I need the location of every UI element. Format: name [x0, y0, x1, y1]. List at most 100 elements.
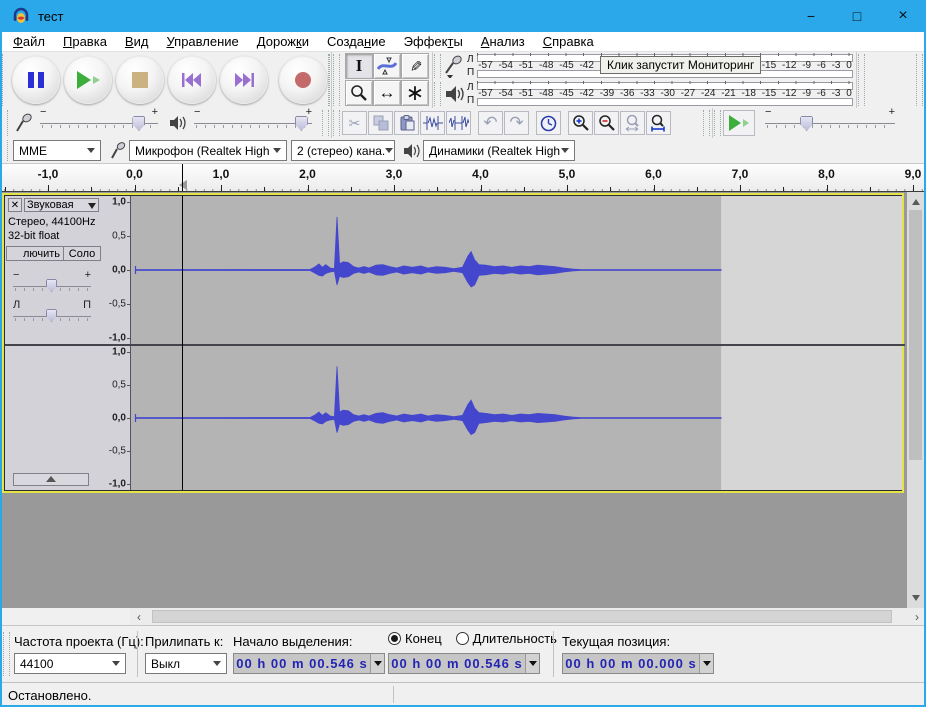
scroll-up-button[interactable] — [907, 192, 924, 208]
toolbar-grip[interactable] — [858, 54, 865, 106]
vertical-ruler-right[interactable]: 1,0 0,5 0,0 -0,5 -1,0 — [102, 346, 131, 490]
speed-thumb[interactable] — [800, 116, 814, 131]
undo-button[interactable]: ↶ — [478, 111, 503, 135]
toolbar-grip[interactable] — [916, 54, 923, 106]
minimize-button[interactable]: − — [788, 0, 834, 32]
radio-length[interactable]: Длительность — [455, 631, 557, 646]
toolbar-grip[interactable] — [333, 110, 340, 136]
toolbar-grip[interactable] — [3, 632, 10, 676]
menu-item-2[interactable]: Вид — [116, 33, 158, 50]
trim-icon — [422, 116, 443, 130]
vertical-scrollbar[interactable] — [907, 192, 924, 608]
horizontal-scrollbar-row: ‹ › — [0, 608, 926, 625]
waveform-channel-right[interactable] — [131, 346, 902, 490]
menu-item-5[interactable]: Создание — [318, 33, 395, 50]
recording-volume-slider[interactable]: − + — [40, 106, 158, 131]
zoom-in-button[interactable] — [568, 111, 593, 135]
horizontal-scroll-thumb[interactable] — [152, 610, 892, 623]
redo-button[interactable]: ↷ — [504, 111, 529, 135]
horizontal-scrollbar[interactable]: ‹ › — [130, 608, 926, 625]
close-button[interactable]: × — [880, 0, 926, 32]
playback-device-select[interactable]: Динамики (Realtek High D — [423, 140, 575, 161]
menu-item-8[interactable]: Справка — [534, 33, 603, 50]
silence-audio-button[interactable] — [446, 111, 471, 135]
zoom-out-button[interactable] — [594, 111, 619, 135]
play-at-speed-button[interactable] — [723, 110, 755, 136]
selection-tool-button[interactable]: I — [345, 53, 373, 79]
timefield-dropdown[interactable] — [370, 654, 384, 673]
cut-button[interactable]: ✂ — [342, 111, 367, 135]
ruler-minor-ticks — [0, 189, 926, 191]
skip-to-end-button[interactable] — [220, 56, 268, 104]
timeshift-tool-button[interactable]: ↔ — [373, 80, 401, 106]
recording-channels-select[interactable]: 2 (стерео) кана. — [291, 140, 395, 161]
toolbar-grip[interactable] — [333, 54, 340, 106]
scroll-down-button[interactable] — [907, 592, 924, 608]
toolbar-grip[interactable] — [1, 110, 8, 136]
fit-project-button[interactable] — [646, 111, 671, 135]
envelope-tool-button[interactable] — [373, 53, 401, 79]
toolbar-grip[interactable] — [434, 82, 441, 106]
selection-start-field[interactable]: 00 h 00 m 00.546 s — [233, 653, 385, 674]
scroll-left-button[interactable]: ‹ — [130, 608, 148, 625]
playback-volume-slider[interactable]: − + — [194, 106, 312, 131]
stop-button[interactable] — [116, 56, 164, 104]
toolbar-grip[interactable] — [328, 54, 330, 106]
draw-tool-button[interactable]: ✎ — [401, 53, 429, 79]
maximize-button[interactable]: □ — [834, 0, 880, 32]
audio-track[interactable]: ✕ Звуковая Стерео, 44100Hz 32-bit float … — [2, 193, 905, 493]
recording-device-select[interactable]: Микрофон (Realtek High D — [129, 140, 287, 161]
playback-speed-slider[interactable]: − + — [765, 106, 895, 131]
track-pan-slider[interactable]: Л П — [13, 299, 91, 324]
timeline-ruler[interactable]: -1,0 0,0 1,0 2,0 3,0 4,0 5,0 6,0 7,0 8,0 9,0 — [0, 164, 926, 192]
track-close-button[interactable]: ✕ — [8, 198, 22, 212]
audio-position-field[interactable]: 00 h 00 m 00.000 s — [562, 653, 714, 674]
timefield-dropdown[interactable] — [525, 654, 539, 673]
project-rate-select[interactable]: 44100 — [14, 653, 126, 674]
track-collapse-button[interactable] — [13, 473, 89, 486]
menu-item-1[interactable]: Правка — [54, 33, 116, 50]
play-button[interactable] — [64, 56, 112, 104]
menu-item-0[interactable]: Файл — [4, 33, 54, 50]
menu-item-7[interactable]: Анализ — [472, 33, 534, 50]
solo-button[interactable]: Соло — [63, 246, 101, 261]
vruler-label: -1,0 — [108, 478, 126, 490]
radio-end[interactable]: Конец — [388, 631, 442, 646]
trim-audio-button[interactable] — [420, 111, 445, 135]
toolbar-grip[interactable] — [322, 110, 329, 136]
meter-right-label: П — [467, 67, 475, 78]
sync-lock-button[interactable] — [536, 111, 561, 135]
selection-end-field[interactable]: 00 h 00 m 00.546 s — [388, 653, 540, 674]
track-area[interactable]: ✕ Звуковая Стерео, 44100Hz 32-bit float … — [0, 192, 926, 608]
playback-volume-thumb[interactable] — [294, 116, 308, 131]
paste-button[interactable] — [394, 111, 419, 135]
multi-tool-button[interactable]: ∗ — [401, 80, 429, 106]
fit-selection-button[interactable] — [620, 111, 645, 135]
track-name-menu[interactable]: Звуковая — [24, 198, 99, 212]
copy-button[interactable] — [368, 111, 393, 135]
toolbar-grip[interactable] — [434, 54, 441, 78]
ruler-label: 6,0 — [645, 167, 662, 181]
pause-button[interactable] — [12, 56, 60, 104]
audio-host-select[interactable]: MME — [13, 140, 101, 161]
title-bar[interactable]: тест − □ × — [0, 0, 926, 32]
record-button[interactable] — [279, 56, 327, 104]
meter-bar-right — [477, 98, 853, 106]
vertical-ruler-left[interactable]: 1,0 0,5 0,0 -0,5 -1,0 — [102, 196, 131, 344]
playback-meter[interactable]: -57 -54 -51 -48 -45 -42 -39 -36 -33 -30 -27 -24 -21-… — [477, 81, 853, 106]
waveform-channel-left[interactable] — [131, 196, 902, 344]
timefield-dropdown[interactable] — [699, 654, 713, 673]
menu-item-4[interactable]: Дорожки — [248, 33, 318, 50]
toolbar-grip[interactable] — [703, 110, 710, 136]
skip-to-start-button[interactable] — [168, 56, 216, 104]
track-gain-slider[interactable]: − + — [13, 269, 91, 294]
zoom-tool-button[interactable] — [345, 80, 373, 106]
toolbar-grip[interactable] — [1, 140, 8, 161]
menu-item-3[interactable]: Управление — [157, 33, 247, 50]
recording-volume-thumb[interactable] — [132, 116, 146, 131]
vertical-scroll-thumb[interactable] — [909, 210, 922, 460]
playback-meter-toolbar[interactable]: ЛП -57 -54 -51 -48 -45 -42 -39 -36 -33 -30 -27 -24-… — [433, 80, 857, 108]
toolbar-grip[interactable] — [714, 110, 721, 136]
snap-to-select[interactable]: Выкл — [145, 653, 227, 674]
menu-item-6[interactable]: Эффекты — [395, 33, 472, 50]
